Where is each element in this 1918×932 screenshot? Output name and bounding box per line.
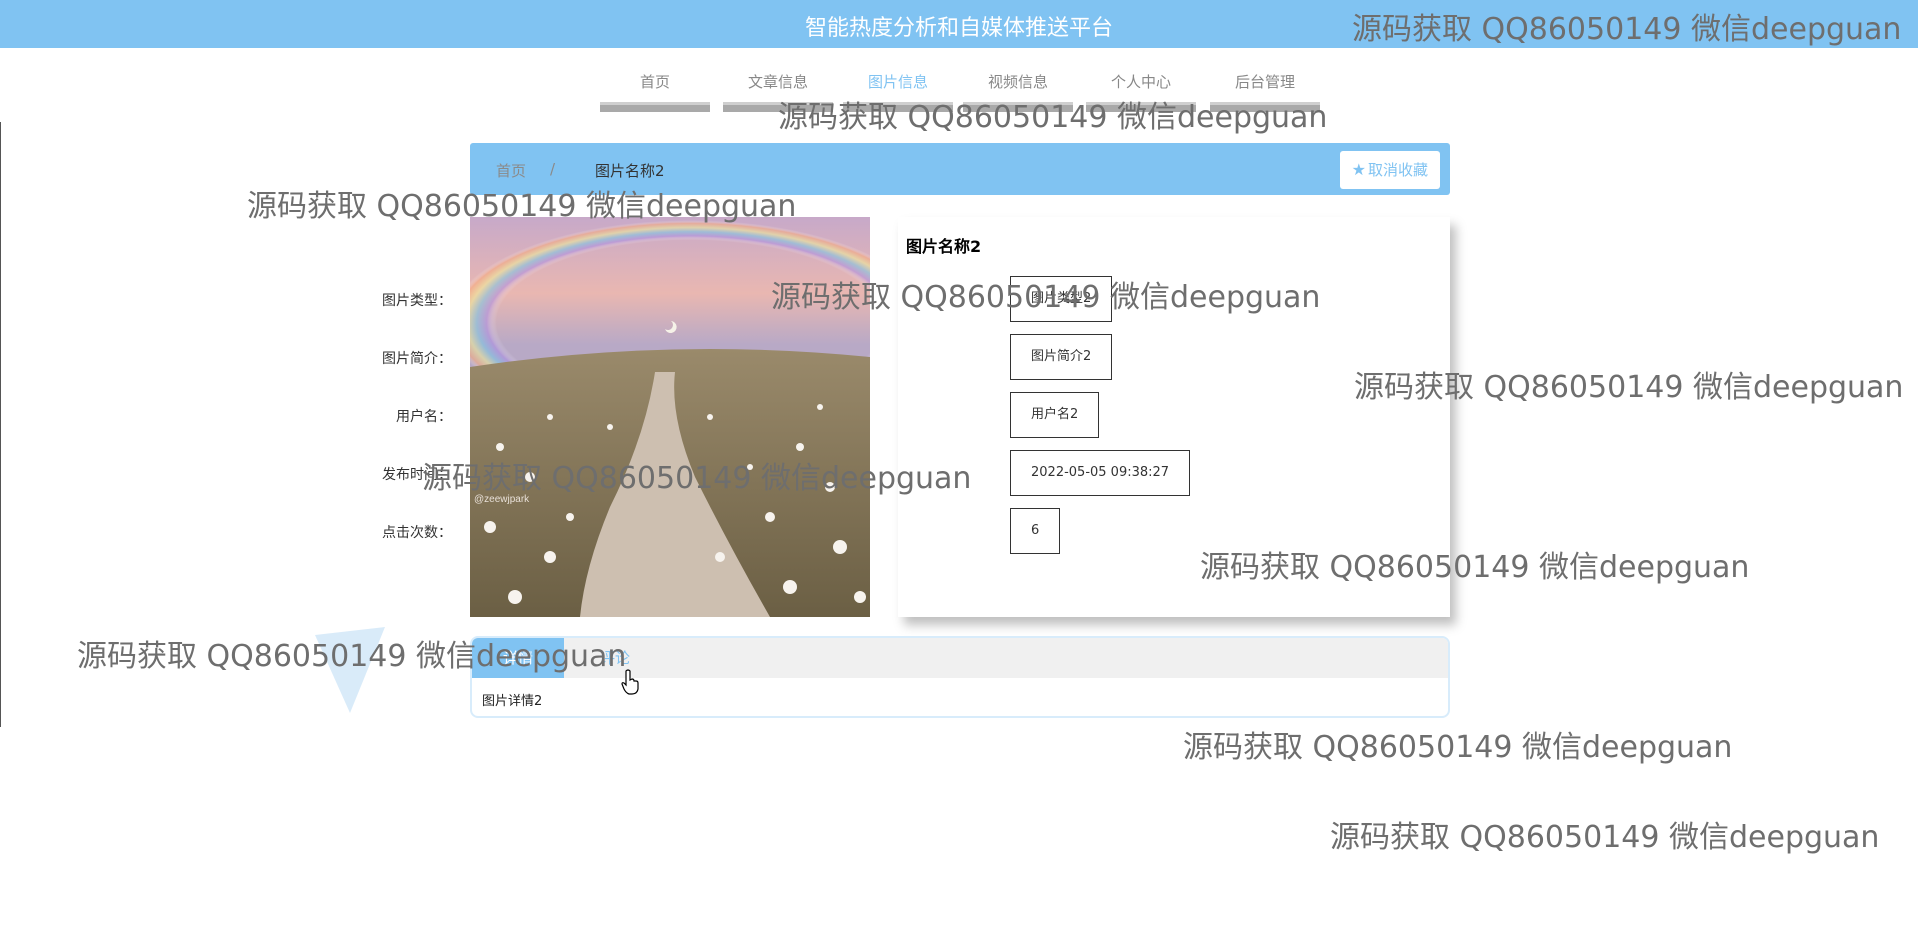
- tab-content: 图片详情2: [482, 694, 543, 709]
- nav-underline: [723, 102, 833, 112]
- tab-details[interactable]: 详情: [472, 638, 564, 678]
- watermark-text: 源码获取 QQ86050149 微信deepguan: [1330, 820, 1880, 855]
- field-value: 2022-05-05 09:38:27: [1010, 450, 1191, 496]
- star-icon: ★: [1351, 160, 1366, 179]
- nav-item-label: 视频信息: [987, 73, 1048, 91]
- nav-item-articles[interactable]: 文章信息: [723, 70, 833, 112]
- hand-cursor-icon: [621, 669, 639, 695]
- top-header: 智能热度分析和自媒体推送平台: [0, 0, 1918, 48]
- nav-item-label: 个人中心: [1110, 73, 1171, 91]
- field-label: 发布时间：: [382, 467, 452, 483]
- unfavorite-button-label: 取消收藏: [1367, 161, 1428, 179]
- watermark-text: 源码获取 QQ86050149 微信deepguan: [1183, 730, 1733, 765]
- nav-underline: [1210, 102, 1320, 112]
- picture-detail-card: 图片名称2 图片类型： 图片类型2 图片简介： 图片简介2 用户名： 用户名2 …: [382, 217, 1450, 617]
- nav-item-videos[interactable]: 视频信息: [963, 70, 1073, 112]
- picture-title: 图片名称2: [906, 237, 982, 256]
- nav-underline: [963, 102, 1073, 112]
- breadcrumb: 首页 / 图片名称2 ★ 取消收藏: [470, 143, 1450, 195]
- nav-item-personal-center[interactable]: 个人中心: [1086, 70, 1196, 112]
- unfavorite-button[interactable]: ★ 取消收藏: [1339, 151, 1440, 189]
- field-label: 图片简介：: [382, 351, 452, 367]
- photo-caption: @zeewjpark: [474, 494, 530, 505]
- field-label: 用户名：: [396, 409, 452, 425]
- nav-item-label: 首页: [639, 73, 670, 91]
- nav-item-label: 文章信息: [747, 73, 808, 91]
- field-value: 图片类型2: [1010, 276, 1113, 322]
- nav-underline: [843, 102, 953, 112]
- tab-header: 详情 评论: [472, 638, 1448, 678]
- left-divider: [0, 122, 1, 727]
- breadcrumb-separator: /: [550, 160, 556, 178]
- picture-image: @zeewjpark: [470, 217, 870, 617]
- field-value: 图片简介2: [1010, 334, 1113, 380]
- nav-underline: [600, 102, 710, 112]
- field-label: 点击次数：: [382, 525, 452, 541]
- site-title: 智能热度分析和自媒体推送平台: [804, 16, 1113, 41]
- nav-item-label: 图片信息: [867, 73, 928, 91]
- field-value: 用户名2: [1010, 392, 1100, 438]
- field-value: 6: [1010, 508, 1061, 554]
- nav-item-pictures[interactable]: 图片信息: [843, 70, 953, 112]
- breadcrumb-current: 图片名称2: [595, 162, 665, 180]
- breadcrumb-home-link[interactable]: 首页: [496, 160, 526, 181]
- decorative-triangle: [315, 627, 385, 713]
- nav-item-label: 后台管理: [1234, 73, 1295, 91]
- detail-tabs: 详情 评论 图片详情2: [470, 636, 1450, 718]
- nav-item-home[interactable]: 首页: [600, 70, 710, 112]
- field-label: 图片类型：: [382, 293, 452, 309]
- nav-underline: [1086, 102, 1196, 112]
- nav-item-admin[interactable]: 后台管理: [1210, 70, 1320, 112]
